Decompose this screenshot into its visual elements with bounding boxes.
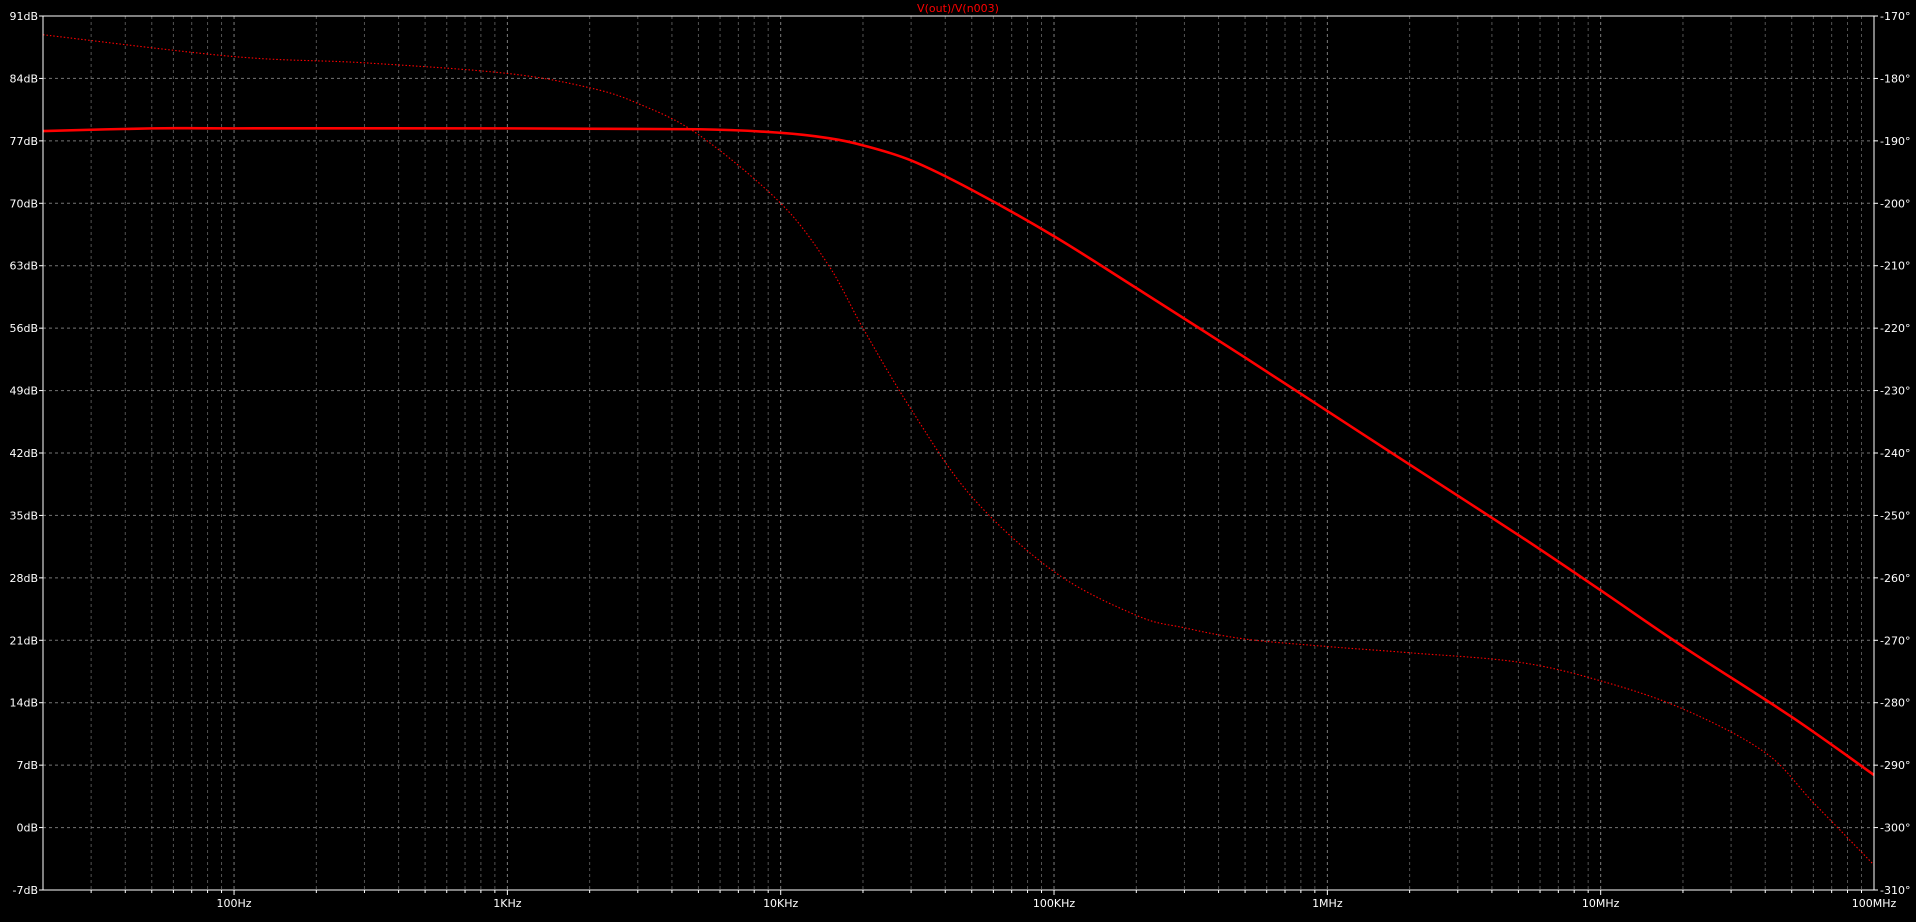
plot-svg: 91dB -170° 84dB -180° 77dB -190° 70dB -200° 63dB… bbox=[0, 0, 1916, 917]
x-tick-label: 1KHz bbox=[493, 897, 521, 910]
y-right-tick-label: -300° bbox=[1880, 822, 1910, 835]
x-tick-label: 100MHz bbox=[1852, 897, 1897, 910]
x-tick-label: 1MHz bbox=[1312, 897, 1343, 910]
y-right-tick-label: -200° bbox=[1880, 197, 1910, 210]
y-left-tick-label: 42dB bbox=[9, 447, 38, 460]
y-left-tick-label: 56dB bbox=[9, 322, 38, 335]
y-right-tick-label: -270° bbox=[1880, 634, 1910, 647]
y-right-tick-label: -280° bbox=[1880, 697, 1910, 710]
y-right-tick-label: -230° bbox=[1880, 385, 1910, 398]
y-right-tick-label: -250° bbox=[1880, 509, 1910, 522]
y-left-tick-label: 91dB bbox=[9, 10, 38, 23]
y-left-tick-label: 77dB bbox=[9, 135, 38, 148]
y-left-tick-label: 7dB bbox=[16, 759, 38, 772]
y-right-tick-label: -310° bbox=[1880, 884, 1910, 897]
y-left-tick-label: 63dB bbox=[9, 260, 38, 273]
y-left-tick-label: -7dB bbox=[13, 884, 39, 897]
x-tick-label: 100KHz bbox=[1033, 897, 1075, 910]
plot-background bbox=[0, 0, 1916, 917]
y-left-tick-label: 49dB bbox=[9, 385, 38, 398]
y-left-tick-label: 0dB bbox=[16, 822, 38, 835]
y-left-tick-label: 70dB bbox=[9, 197, 38, 210]
y-right-tick-label: -240° bbox=[1880, 447, 1910, 460]
x-tick-label: 10MHz bbox=[1582, 897, 1620, 910]
y-right-tick-label: -170° bbox=[1880, 10, 1910, 23]
y-left-tick-label: 35dB bbox=[9, 509, 38, 522]
y-right-tick-label: -210° bbox=[1880, 260, 1910, 273]
y-right-tick-label: -290° bbox=[1880, 759, 1910, 772]
y-right-tick-label: -260° bbox=[1880, 572, 1910, 585]
x-tick-label: 10KHz bbox=[763, 897, 798, 910]
bode-plot: 91dB -170° 84dB -180° 77dB -190° 70dB -200° 63dB… bbox=[0, 0, 1916, 917]
y-left-tick-label: 21dB bbox=[9, 634, 38, 647]
y-right-tick-label: -190° bbox=[1880, 135, 1910, 148]
y-left-tick-label: 28dB bbox=[9, 572, 38, 585]
chart-title[interactable]: V(out)/V(n003) bbox=[917, 2, 999, 15]
y-right-tick-label: -180° bbox=[1880, 72, 1910, 85]
x-tick-label: 100Hz bbox=[217, 897, 252, 910]
y-left-tick-label: 84dB bbox=[9, 72, 38, 85]
y-right-tick-label: -220° bbox=[1880, 322, 1910, 335]
y-left-tick-label: 14dB bbox=[9, 697, 38, 710]
